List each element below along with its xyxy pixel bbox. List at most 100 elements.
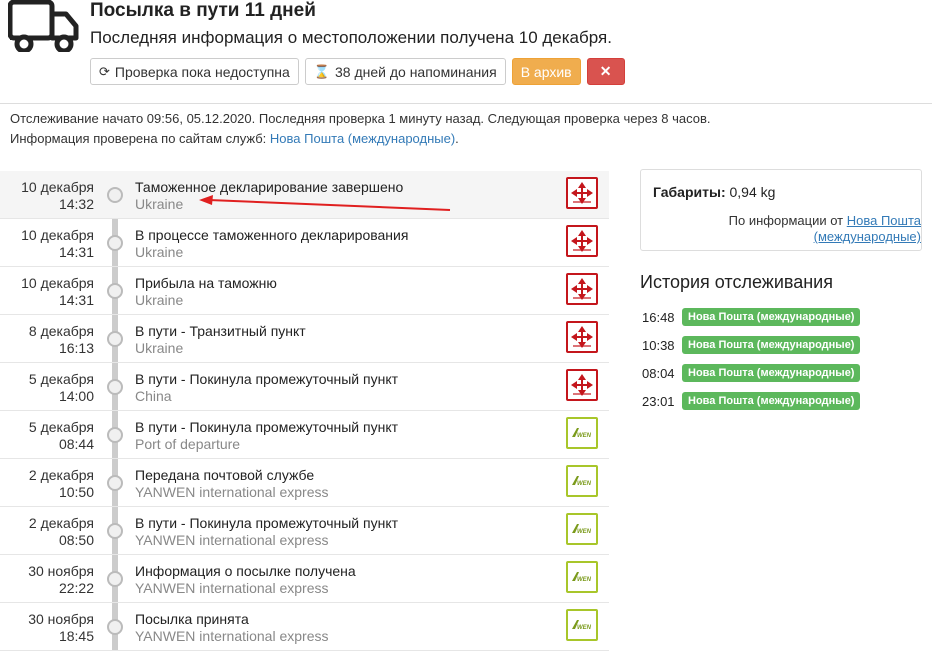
hourglass-icon: ⌛ [313,63,330,79]
event-datetime: 10 декабря 14:32 [21,179,94,213]
event-date: 5 декабря [28,419,94,435]
event-time: 14:00 [58,388,94,404]
timeline-dot [107,427,123,443]
event-datetime: 5 декабря 14:00 [29,371,94,405]
page-title: Посылка в пути 11 дней [90,0,316,21]
event-datetime: 5 декабря 08:44 [29,419,94,453]
event-location: YANWEN international express [135,580,329,596]
event-title: В пути - Покинула промежуточный пункт [135,419,399,435]
event-time: 14:31 [58,244,94,260]
event-title: Таможенное декларирование завершено [135,179,404,195]
history-item: 16:48 Нова Пошта (международные) [642,303,861,331]
svg-text:WEN: WEN [577,433,592,439]
yanwen-logo-icon: WEN [566,465,598,497]
event-title: Информация о посылке получена [135,563,356,579]
event-datetime: 2 декабря 08:50 [29,515,94,549]
event-datetime: 10 декабря 14:31 [21,275,94,309]
event-datetime: 10 декабря 14:31 [21,227,94,261]
timeline-dot [107,235,123,251]
nova-poshta-logo-icon [566,177,598,209]
timeline-dot [107,283,123,299]
nova-poshta-logo-icon [566,225,598,257]
refresh-icon: ⟳ [99,63,110,79]
timeline-row: 10 декабря 14:31 В процессе таможенного де… [0,219,609,267]
event-title: В пути - Покинула промежуточный пункт [135,371,399,387]
event-location: China [135,388,172,404]
timeline-row: 5 декабря 14:00 В пути - Покинула промежут… [0,363,609,411]
history-item: 08:04 Нова Пошта (международные) [642,359,861,387]
history-time: 08:04 [642,365,675,381]
nova-poshta-logo-icon [566,273,598,305]
event-title: В процессе таможенного декларирования [135,227,409,243]
timeline-row: 2 декабря 08:50 В пути - Покинула промежут… [0,507,609,555]
timeline-row: 8 декабря 16:13 В пути - Транзитный пункт U… [0,315,609,363]
archive-label: В архив [520,63,572,80]
event-location: Ukraine [135,196,184,212]
tracking-info-line2: Информация проверена по сайтам служб: Но… [10,129,711,149]
delete-button[interactable]: ✕ [586,58,625,85]
timeline-dot [107,331,123,347]
red-arrow-annotation [199,195,451,211]
yanwen-logo-icon: WEN [566,609,598,641]
history-list: 16:48 Нова Пошта (международные) 10:38 Нова… [642,303,861,415]
reminder-label: 38 дней до напоминания [335,63,497,80]
check-status-button[interactable]: ⟳ Проверка пока недоступна [90,58,299,85]
check-status-label: Проверка пока недоступна [114,63,290,80]
source-prefix: По информации от [728,213,844,228]
event-location: YANWEN international express [135,484,329,500]
event-date: 10 декабря [21,275,94,291]
event-datetime: 30 ноября 22:22 [28,563,94,597]
service-link[interactable]: Нова Пошта (международные) [270,131,455,146]
history-time: 10:38 [642,337,675,353]
svg-text:WEN: WEN [577,529,592,535]
archive-button[interactable]: В архив [511,58,581,85]
history-time: 23:01 [642,393,675,409]
event-date: 2 декабря [28,467,94,483]
svg-text:WEN: WEN [577,577,592,583]
event-location: Ukraine [135,340,184,356]
dimensions-label: Габариты: [653,184,726,200]
timeline-dot [107,523,123,539]
timeline-dot [107,619,123,635]
event-date: 30 ноября [28,611,94,627]
nova-poshta-logo-icon [566,321,598,353]
page-subtitle: Последняя информация о местоположении по… [90,28,612,47]
action-toolbar: ⟳ Проверка пока недоступна ⌛ 38 дней до … [90,58,625,85]
history-service-badge: Нова Пошта (международные) [682,392,861,410]
tracking-info-line1: Отслеживание начато 09:56, 05.12.2020. П… [10,111,711,126]
event-title: Посылка принята [135,611,249,627]
event-title: Прибыла на таможню [135,275,277,291]
timeline-row: 10 декабря 14:31 Прибыла на таможню Ukraine [0,267,609,315]
event-time: 08:50 [58,532,94,548]
event-location: Ukraine [135,292,184,308]
event-time: 14:32 [58,196,94,212]
truck-icon [8,0,79,52]
history-item: 10:38 Нова Пошта (международные) [642,331,861,359]
event-time: 22:22 [58,580,94,596]
history-title: История отслеживания [640,272,833,292]
event-time: 16:13 [58,340,94,356]
tracking-info: Отслеживание начато 09:56, 05.12.2020. П… [10,109,711,149]
event-title: Передана почтовой службе [135,467,315,483]
event-datetime: 8 декабря 16:13 [29,323,94,357]
event-date: 8 декабря [28,323,94,339]
history-service-badge: Нова Пошта (международные) [682,364,861,382]
event-time: 08:44 [58,436,94,452]
parcel-details-panel: Габариты: 0,94 kg По информации от Нова … [640,169,922,251]
reminder-button[interactable]: ⌛ 38 дней до напоминания [304,58,506,85]
dimensions-value: 0,94 kg [729,184,776,200]
header-divider [0,103,932,104]
event-datetime: 30 ноября 18:45 [28,611,94,645]
history-time: 16:48 [642,309,675,325]
timeline-row: 30 ноября 22:22 Информация о посылке получ… [0,555,609,603]
event-time: 14:31 [58,292,94,308]
timeline-row: 5 декабря 08:44 В пути - Покинула промежут… [0,411,609,459]
svg-text:WEN: WEN [577,481,592,487]
event-location: Ukraine [135,244,184,260]
event-title: В пути - Транзитный пункт [135,323,306,339]
yanwen-logo-icon: WEN [566,513,598,545]
tracking-timeline: 10 декабря 14:32 Таможенное декларирование… [0,171,609,651]
timeline-dot [107,187,123,203]
event-time: 10:50 [58,484,94,500]
event-date: 10 декабря [21,227,94,243]
